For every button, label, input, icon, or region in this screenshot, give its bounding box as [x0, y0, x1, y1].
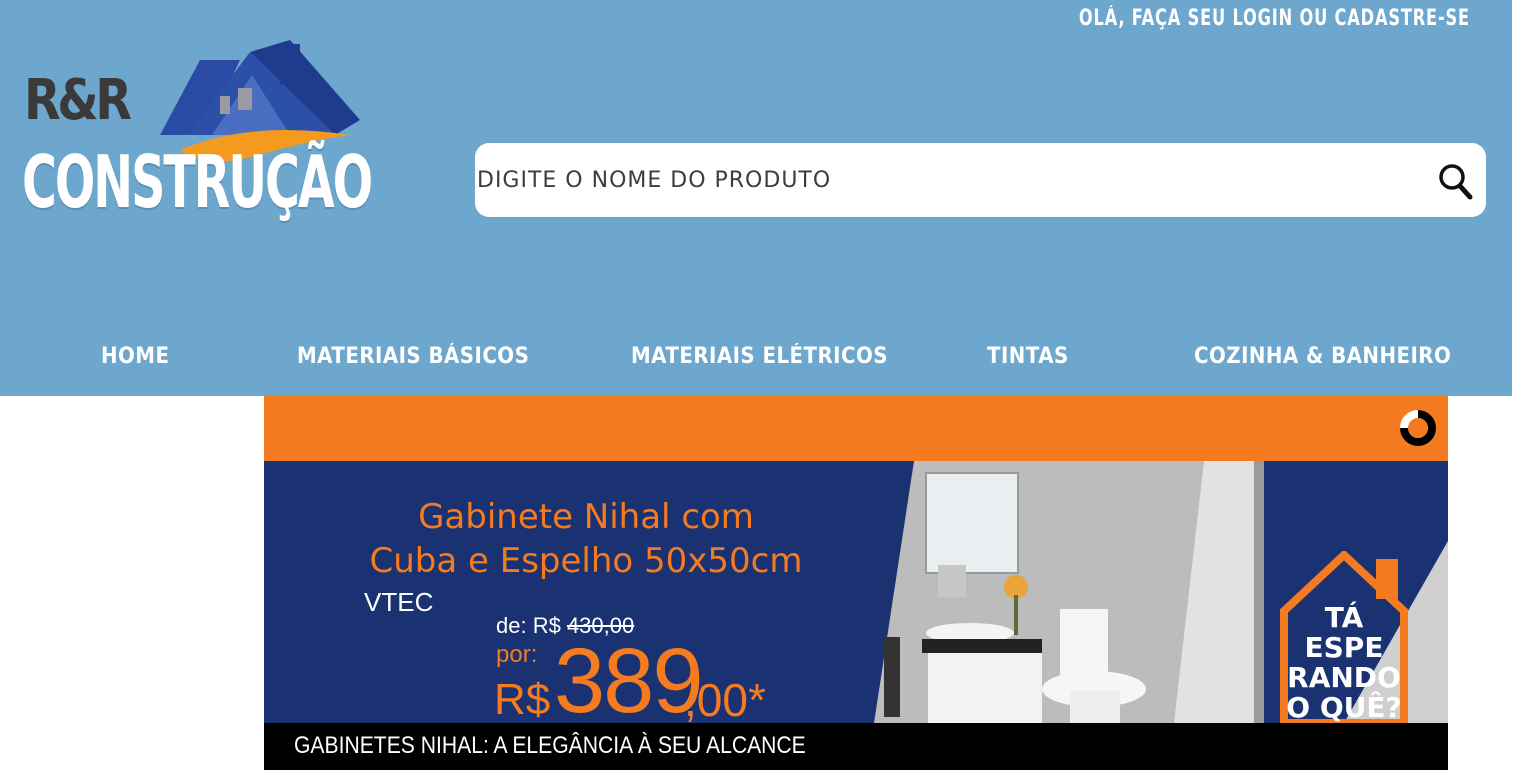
search-input[interactable] [475, 143, 1415, 217]
promo-banner[interactable]: Gabinete Nihal com Cuba e Espelho 50x50c… [264, 396, 1448, 770]
logo-rr-text: R&R [24, 68, 132, 133]
badge-line4: O QUÊ? [1286, 690, 1401, 723]
banner-slide: Gabinete Nihal com Cuba e Espelho 50x50c… [264, 461, 1448, 723]
price-new-value: 389 [554, 630, 703, 723]
promo-title: Gabinete Nihal com Cuba e Espelho 50x50c… [326, 495, 846, 583]
banner-caption: GABINETES NIHAL: A ELEGÂNCIA À SEU ALCAN… [294, 732, 806, 759]
price-currency: R$ [494, 675, 551, 723]
badge-line2: ESPE [1305, 631, 1384, 664]
ta-esperando-badge: TÁ ESPE RANDO O QUÊ? [1280, 551, 1408, 723]
nav-item-tintas[interactable]: TINTAS [987, 344, 1069, 369]
loading-spinner-icon[interactable] [1398, 408, 1438, 448]
nav-item-materiais-eletricos[interactable]: MATERIAIS ELÉTRICOS [631, 344, 888, 369]
price-new-prefix: por: [496, 641, 538, 668]
main-navigation: HOME MATERIAIS BÁSICOS MATERIAIS ELÉTRIC… [0, 330, 1512, 390]
badge-line3: RANDO [1287, 661, 1401, 694]
badge-line1: TÁ [1325, 600, 1364, 634]
promo-title-line1: Gabinete Nihal com [418, 497, 754, 537]
promo-brand: VTEC [364, 587, 434, 617]
site-header: OLÁ, FAÇA SEU LOGIN OU CADASTRE-SE R&R C… [0, 0, 1512, 396]
search-button[interactable] [1434, 159, 1478, 203]
banner-caption-bar: GABINETES NIHAL: A ELEGÂNCIA À SEU ALCAN… [264, 723, 1448, 770]
search-icon [1439, 164, 1473, 200]
price-new-cents: ,00* [684, 674, 766, 723]
search-bar [475, 143, 1486, 217]
banner-top-bar [264, 396, 1448, 461]
logo-construcao-text: CONSTRUÇÃO [22, 140, 373, 224]
nav-item-home[interactable]: HOME [101, 344, 169, 369]
nav-item-cozinha-banheiro[interactable]: COZINHA & BANHEIRO [1194, 344, 1451, 369]
login-register-link[interactable]: OLÁ, FAÇA SEU LOGIN OU CADASTRE-SE [1079, 6, 1470, 31]
nav-item-materiais-basicos[interactable]: MATERIAIS BÁSICOS [297, 344, 529, 369]
promo-title-line2: Cuba e Espelho 50x50cm [369, 541, 803, 581]
site-logo[interactable]: R&R CONSTRUÇÃO [20, 40, 373, 240]
